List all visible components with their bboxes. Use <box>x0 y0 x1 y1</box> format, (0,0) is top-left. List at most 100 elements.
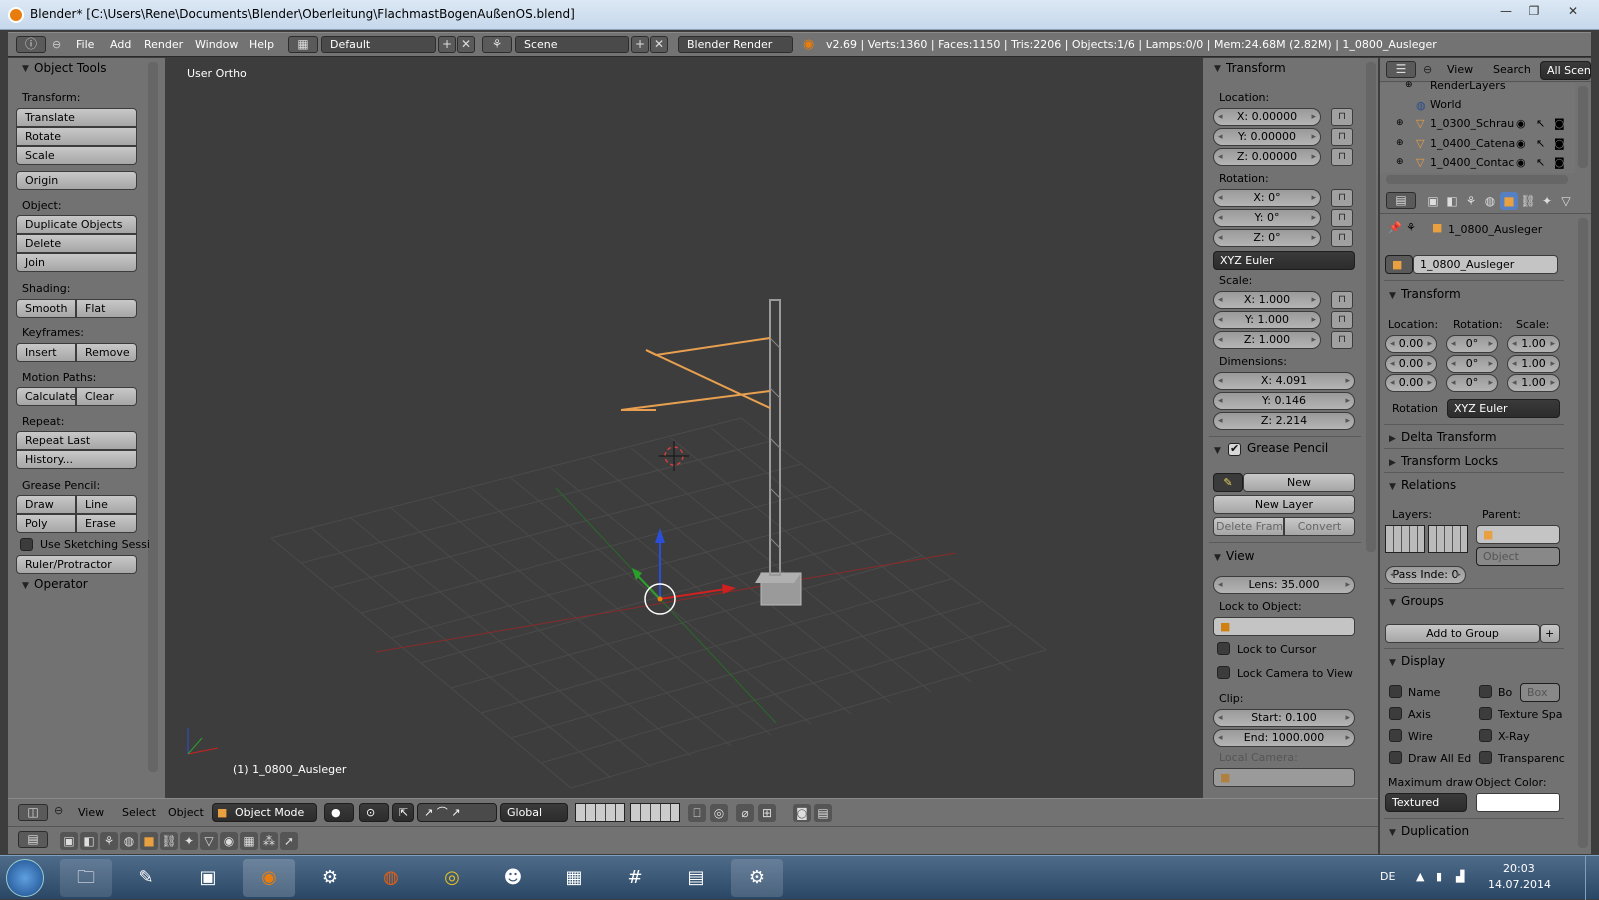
pass-index-field[interactable]: Pass Inde: 0 <box>1385 566 1466 584</box>
name-checkbox[interactable] <box>1389 685 1402 698</box>
manipulator-toggles[interactable]: ↗ ⌒ ↗ <box>417 803 497 822</box>
blender-taskbar-icon[interactable]: ◉ <box>243 859 295 897</box>
scene-tab-icon[interactable]: ⚘ <box>100 832 118 850</box>
location-y-field[interactable]: Y: 0.00000 <box>1213 128 1321 146</box>
lock-icon[interactable]: ⊓ <box>1331 209 1353 227</box>
rotate-button[interactable]: Rotate <box>16 127 137 146</box>
rotation-z-field[interactable]: Z: 0° <box>1213 229 1321 247</box>
mode-dropdown[interactable]: Object Mode <box>212 803 317 822</box>
pencil-icon[interactable]: ✎ <box>1213 473 1243 492</box>
flat-button[interactable]: Flat <box>76 299 137 318</box>
outliner-row[interactable]: World <box>1430 98 1462 111</box>
menu-file[interactable]: File <box>76 38 94 51</box>
modifiers-tab-icon[interactable]: ✦ <box>180 832 198 850</box>
layout-field[interactable]: Default <box>321 36 436 53</box>
grease-pencil-title[interactable]: Grease Pencil <box>1247 441 1328 455</box>
lock-layers-icon[interactable]: ⎕ <box>688 804 706 822</box>
transform-manipulator-icon[interactable] <box>632 528 736 615</box>
transparency-checkbox[interactable] <box>1479 751 1492 764</box>
show-desktop-button[interactable] <box>1585 856 1599 900</box>
rotation-mode-dropdown[interactable]: XYZ Euler <box>1213 251 1355 270</box>
object-tab-icon[interactable]: ■ <box>140 832 158 850</box>
origin-button[interactable]: Origin <box>16 171 137 190</box>
lock-icon[interactable]: ⊓ <box>1331 291 1353 309</box>
object-tools-title[interactable]: Object Tools <box>34 61 106 75</box>
ruler-button[interactable]: Ruler/Protractor <box>16 555 137 574</box>
lock-object-field[interactable]: ■ <box>1213 617 1355 636</box>
render-icon[interactable]: ◙ <box>793 804 811 822</box>
lock-camera-checkbox[interactable] <box>1217 666 1230 679</box>
outliner-hscrollbar[interactable] <box>1386 175 1568 184</box>
local-camera-field[interactable]: ■ <box>1213 768 1355 787</box>
editor-type-icon[interactable]: ◫ <box>18 804 48 821</box>
select-arrow-icon[interactable]: ↖ <box>1536 117 1545 130</box>
manipulator-icon[interactable]: ⇱ <box>392 803 414 822</box>
shading-dropdown[interactable]: ● <box>324 803 354 822</box>
document-icon[interactable]: ▤ <box>670 859 722 897</box>
physics-tab-icon[interactable]: ➚ <box>280 832 298 850</box>
snap-target-icon[interactable]: ⊞ <box>758 804 776 822</box>
3d-cursor-icon[interactable] <box>659 441 689 471</box>
layer-buttons[interactable] <box>575 803 625 822</box>
delete-button[interactable]: Delete <box>16 234 137 253</box>
snap-icon[interactable]: ⌀ <box>736 804 754 822</box>
relations-expand-icon[interactable]: ▼ <box>1389 482 1396 492</box>
render-engine-dropdown[interactable]: Blender Render <box>678 36 793 53</box>
rotation-x-field[interactable]: 0° <box>1446 335 1498 353</box>
relations-title[interactable]: Relations <box>1401 478 1456 492</box>
select-arrow-icon[interactable]: ↖ <box>1536 156 1545 169</box>
delta-transform-title[interactable]: Delta Transform <box>1401 430 1497 444</box>
scale-z-field[interactable]: Z: 1.000 <box>1213 331 1321 349</box>
screen-layout-icon[interactable]: ▦ <box>288 36 318 53</box>
new-group-icon[interactable]: + <box>1540 624 1560 643</box>
rotation-mode-dropdown[interactable]: XYZ Euler <box>1447 399 1560 418</box>
menu-render[interactable]: Render <box>144 38 183 51</box>
transform-locks-title[interactable]: Transform Locks <box>1401 454 1498 468</box>
visibility-eye-icon[interactable]: ◉ <box>1516 117 1526 130</box>
explorer-icon[interactable]: 🗀 <box>60 859 112 897</box>
remove-scene-icon[interactable]: ✕ <box>650 36 668 53</box>
sketching-checkbox[interactable] <box>20 538 33 551</box>
app-icon[interactable]: ☻ <box>487 859 539 897</box>
render-camera-icon[interactable]: ◙ <box>1554 117 1565 130</box>
outliner-search-menu[interactable]: Search <box>1493 63 1531 76</box>
scene-field[interactable]: Scene <box>515 36 629 53</box>
network-icon[interactable]: ▮ <box>1436 870 1442 883</box>
convert-button[interactable]: Convert <box>1284 517 1355 536</box>
dimension-y-field[interactable]: Y: 0.146 <box>1213 392 1355 410</box>
operator-title[interactable]: Operator <box>34 577 88 591</box>
delta-transform-expand-icon[interactable]: ▶ <box>1389 434 1396 444</box>
remove-layout-icon[interactable]: ✕ <box>457 36 475 53</box>
layer-grid[interactable] <box>1385 525 1425 553</box>
material-tab-icon[interactable]: ◉ <box>220 832 238 850</box>
object-color-swatch[interactable] <box>1476 793 1560 812</box>
outliner-view-menu[interactable]: View <box>1447 63 1473 76</box>
orientation-dropdown[interactable]: Global <box>500 803 568 822</box>
location-y-field[interactable]: 0.00 <box>1385 355 1437 373</box>
ausleger-selected-object[interactable] <box>620 337 771 411</box>
scale-button[interactable]: Scale <box>16 146 137 165</box>
tree-expand-icon[interactable]: ⊕ <box>1396 118 1404 128</box>
lock-icon[interactable]: ⊓ <box>1331 311 1353 329</box>
texture-tab-icon[interactable]: ▦ <box>240 832 258 850</box>
transform-title[interactable]: Transform <box>1226 61 1286 75</box>
display-expand-icon[interactable]: ▼ <box>1389 658 1396 668</box>
collapse-icon[interactable]: ⊖ <box>1423 63 1432 76</box>
clip-end-field[interactable]: End: 1000.000 <box>1213 729 1355 747</box>
pin-icon[interactable]: 📌 <box>1388 221 1402 234</box>
object-tab-icon[interactable]: ■ <box>1500 192 1518 210</box>
transform-expand-icon[interactable]: ▼ <box>1389 291 1396 301</box>
wire-checkbox[interactable] <box>1389 729 1402 742</box>
n-panel-scrollbar[interactable] <box>1366 62 1376 552</box>
view-expand-icon[interactable]: ▼ <box>1214 553 1221 563</box>
render-camera-icon[interactable]: ◙ <box>1554 137 1565 150</box>
insert-keyframe-button[interactable]: Insert <box>16 343 76 362</box>
gp-erase-button[interactable]: Erase <box>76 514 137 533</box>
tree-expand-icon[interactable]: ⊕ <box>1396 157 1404 167</box>
rotation-z-field[interactable]: 0° <box>1446 374 1498 392</box>
tree-expand-icon[interactable]: ⊕ <box>1405 80 1413 90</box>
outliner-scrollbar[interactable] <box>1578 86 1588 168</box>
tree-expand-icon[interactable]: ⊕ <box>1396 138 1404 148</box>
outliner-row[interactable]: RenderLayers <box>1430 79 1506 92</box>
properties-scrollbar[interactable] <box>1578 218 1588 848</box>
